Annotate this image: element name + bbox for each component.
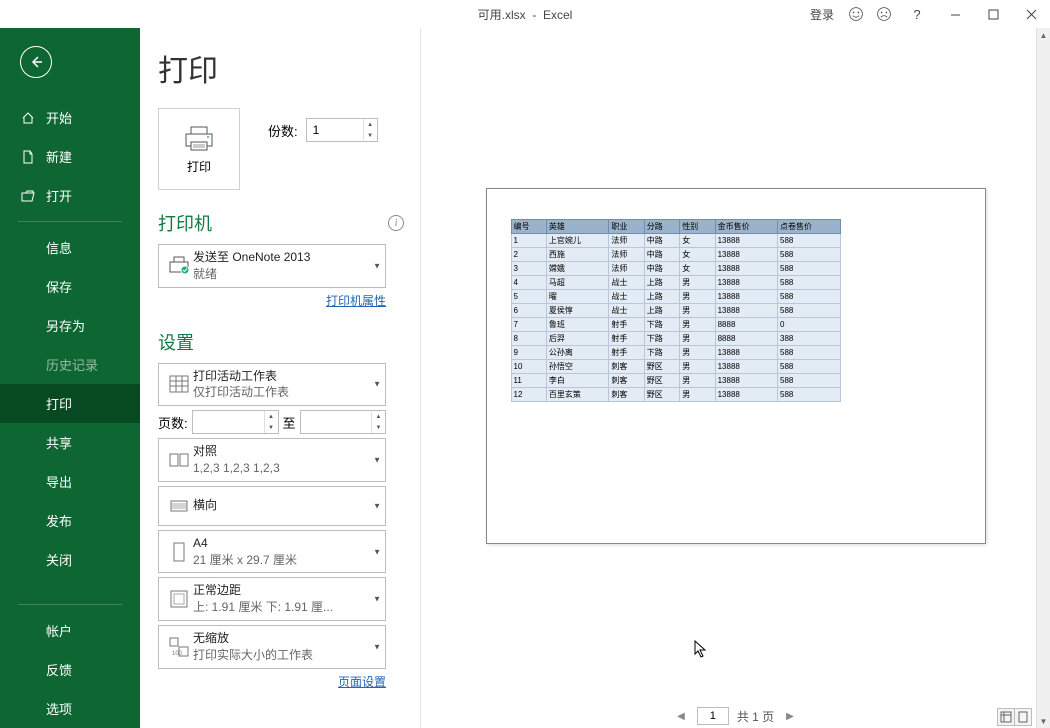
table-row: 9公孙离射手下路男13888588 — [511, 346, 840, 360]
table-row: 12百里玄策刺客野区男13888588 — [511, 388, 840, 402]
table-row: 5曜战士上路男13888588 — [511, 290, 840, 304]
show-margins-button[interactable] — [997, 708, 1015, 726]
page-to-input[interactable] — [301, 411, 357, 433]
pages-to-label: 至 — [283, 413, 296, 432]
table-row: 10孙悟空刺客野区男13888588 — [511, 360, 840, 374]
scroll-down-button[interactable]: ▼ — [1037, 714, 1050, 728]
info-icon[interactable]: i — [388, 215, 404, 231]
home-icon — [20, 110, 36, 126]
scroll-up-button[interactable]: ▲ — [1037, 28, 1050, 42]
printer-icon — [182, 124, 216, 152]
next-page-button[interactable]: ▶ — [782, 709, 798, 724]
table-row: 11李白刺客野区男13888588 — [511, 374, 840, 388]
margins-icon — [165, 584, 193, 614]
page-from-spinner[interactable]: ▲▼ — [192, 410, 279, 434]
worksheet-icon — [165, 369, 193, 399]
table-row: 6夏侯惇战士上路男13888588 — [511, 304, 840, 318]
close-button[interactable] — [1012, 0, 1050, 28]
scaling-selector[interactable]: 100 无缩放打印实际大小的工作表 ▼ — [158, 625, 386, 669]
pages-label: 页数: — [158, 413, 188, 432]
table-row: 7鲁班射手下路男88880 — [511, 318, 840, 332]
printer-properties-link[interactable]: 打印机属性 — [158, 292, 386, 309]
page-title: 打印 — [158, 46, 420, 90]
sidebar-item-export[interactable]: 导出 — [0, 462, 140, 501]
page-navigation: ◀ 共 1 页 ▶ — [421, 704, 1050, 728]
maximize-button[interactable] — [974, 0, 1012, 28]
open-folder-icon — [20, 188, 36, 204]
print-what-selector[interactable]: 打印活动工作表仅打印活动工作表 ▼ — [158, 363, 386, 407]
collate-selector[interactable]: 对照1,2,3 1,2,3 1,2,3 ▼ — [158, 438, 386, 482]
scaling-icon: 100 — [165, 632, 193, 662]
minimize-button[interactable] — [936, 0, 974, 28]
page-from-input[interactable] — [193, 411, 249, 433]
print-button[interactable]: 打印 — [158, 108, 240, 190]
sidebar-item-saveas[interactable]: 另存为 — [0, 306, 140, 345]
sidebar-item-print[interactable]: 打印 — [0, 384, 140, 423]
zoom-to-page-button[interactable] — [1014, 708, 1032, 726]
sidebar-item-close[interactable]: 关闭 — [0, 540, 140, 579]
sidebar-item-publish[interactable]: 发布 — [0, 501, 140, 540]
happy-face-icon[interactable] — [842, 0, 870, 28]
login-link[interactable]: 登录 — [810, 6, 834, 23]
printer-section-header: 打印机 i — [158, 210, 420, 236]
window-title: 可用.xlsx - Excel — [478, 6, 573, 23]
sidebar-item-share[interactable]: 共享 — [0, 423, 140, 462]
copies-spinner[interactable]: ▲▼ — [306, 118, 378, 142]
preview-table: 编号英雄职业分路性别金币售价点卷售价1上官婉儿法师中路女138885882西施法… — [511, 219, 841, 402]
new-file-icon — [20, 149, 36, 165]
settings-section-header: 设置 — [158, 329, 420, 355]
collate-icon — [165, 445, 193, 475]
margins-selector[interactable]: 正常边距上: 1.91 厘米 下: 1.91 厘... ▼ — [158, 577, 386, 621]
back-button[interactable] — [20, 46, 52, 78]
table-row: 2西施法师中路女13888588 — [511, 248, 840, 262]
sidebar-item-options[interactable]: 选项 — [0, 689, 140, 728]
sidebar-item-info[interactable]: 信息 — [0, 228, 140, 267]
preview-page: 编号英雄职业分路性别金币售价点卷售价1上官婉儿法师中路女138885882西施法… — [486, 188, 986, 544]
sidebar-item-feedback[interactable]: 反馈 — [0, 650, 140, 689]
print-preview: 编号英雄职业分路性别金币售价点卷售价1上官婉儿法师中路女138885882西施法… — [421, 28, 1050, 704]
sidebar-item-start[interactable]: 开始 — [0, 98, 140, 137]
page-to-spinner[interactable]: ▲▼ — [300, 410, 387, 434]
paper-selector[interactable]: A421 厘米 x 29.7 厘米 ▼ — [158, 530, 386, 574]
help-button[interactable]: ? — [898, 0, 936, 28]
prev-page-button[interactable]: ◀ — [673, 709, 689, 724]
sidebar-item-new[interactable]: 新建 — [0, 137, 140, 176]
mouse-cursor — [694, 640, 708, 663]
sidebar-item-save[interactable]: 保存 — [0, 267, 140, 306]
sad-face-icon[interactable] — [870, 0, 898, 28]
orientation-selector[interactable]: 横向 ▼ — [158, 486, 386, 526]
copies-input[interactable] — [307, 119, 363, 141]
backstage-sidebar: 开始 新建 打开 信息 保存 另存为 历史记录 打印 共享 导出 发布 关闭 帐… — [0, 28, 140, 728]
current-page-input[interactable] — [697, 707, 729, 725]
sidebar-item-history: 历史记录 — [0, 345, 140, 384]
printer-device-icon — [165, 251, 193, 281]
page-setup-link[interactable]: 页面设置 — [158, 673, 386, 690]
table-row: 8后羿射手下路男8888388 — [511, 332, 840, 346]
sidebar-item-account[interactable]: 帐户 — [0, 611, 140, 650]
table-row: 4马超战士上路男13888588 — [511, 276, 840, 290]
copies-label: 份数: — [268, 121, 298, 140]
svg-text:100: 100 — [172, 651, 183, 657]
title-bar: 可用.xlsx - Excel 登录 ? — [0, 0, 1050, 28]
table-row: 1上官婉儿法师中路女13888588 — [511, 234, 840, 248]
table-row: 3嫦娥法师中路女13888588 — [511, 262, 840, 276]
paper-icon — [165, 537, 193, 567]
printer-selector[interactable]: 发送至 OneNote 2013就绪 ▼ — [158, 244, 386, 288]
vertical-scrollbar[interactable]: ▲ ▼ — [1036, 28, 1050, 728]
total-pages-label: 共 1 页 — [737, 708, 774, 725]
sidebar-item-open[interactable]: 打开 — [0, 176, 140, 215]
orientation-icon — [165, 491, 193, 521]
